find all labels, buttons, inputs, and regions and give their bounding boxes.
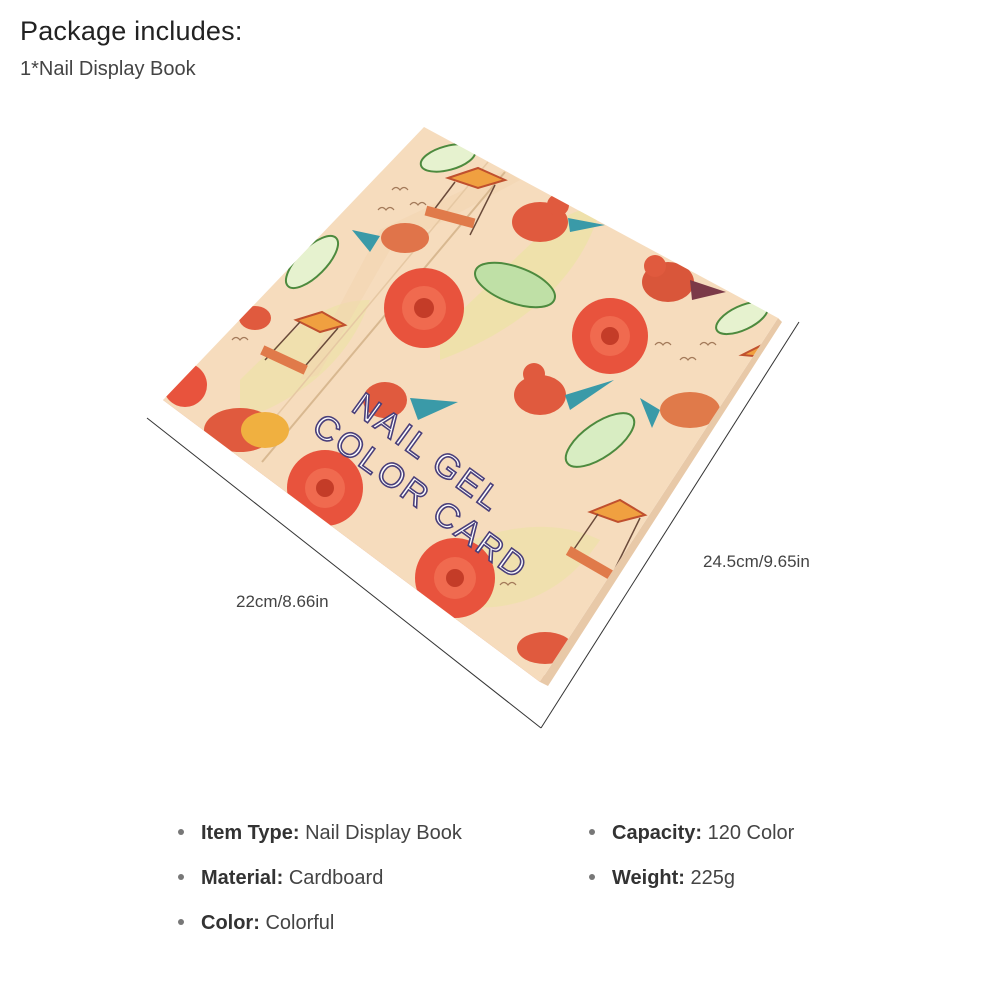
spec-weight: Weight: 225g [589,867,735,890]
spec-capacity: Capacity: 120 Color [589,822,794,845]
spec-list: Item Type: Nail Display Book Material: C… [178,822,878,962]
spec-material: Material: Cardboard [178,867,383,890]
book-cover [163,127,778,682]
bullet-icon [589,828,595,835]
bullet-icon [178,873,184,880]
height-dimension-label: 24.5cm/9.65in [703,552,810,571]
bullet-icon [178,918,184,925]
width-dimension-label: 22cm/8.66in [236,592,329,611]
bullet-icon [589,873,595,880]
spec-item-type: Item Type: Nail Display Book [178,822,462,845]
bullet-icon [178,828,184,835]
spec-color: Color: Colorful [178,912,334,935]
